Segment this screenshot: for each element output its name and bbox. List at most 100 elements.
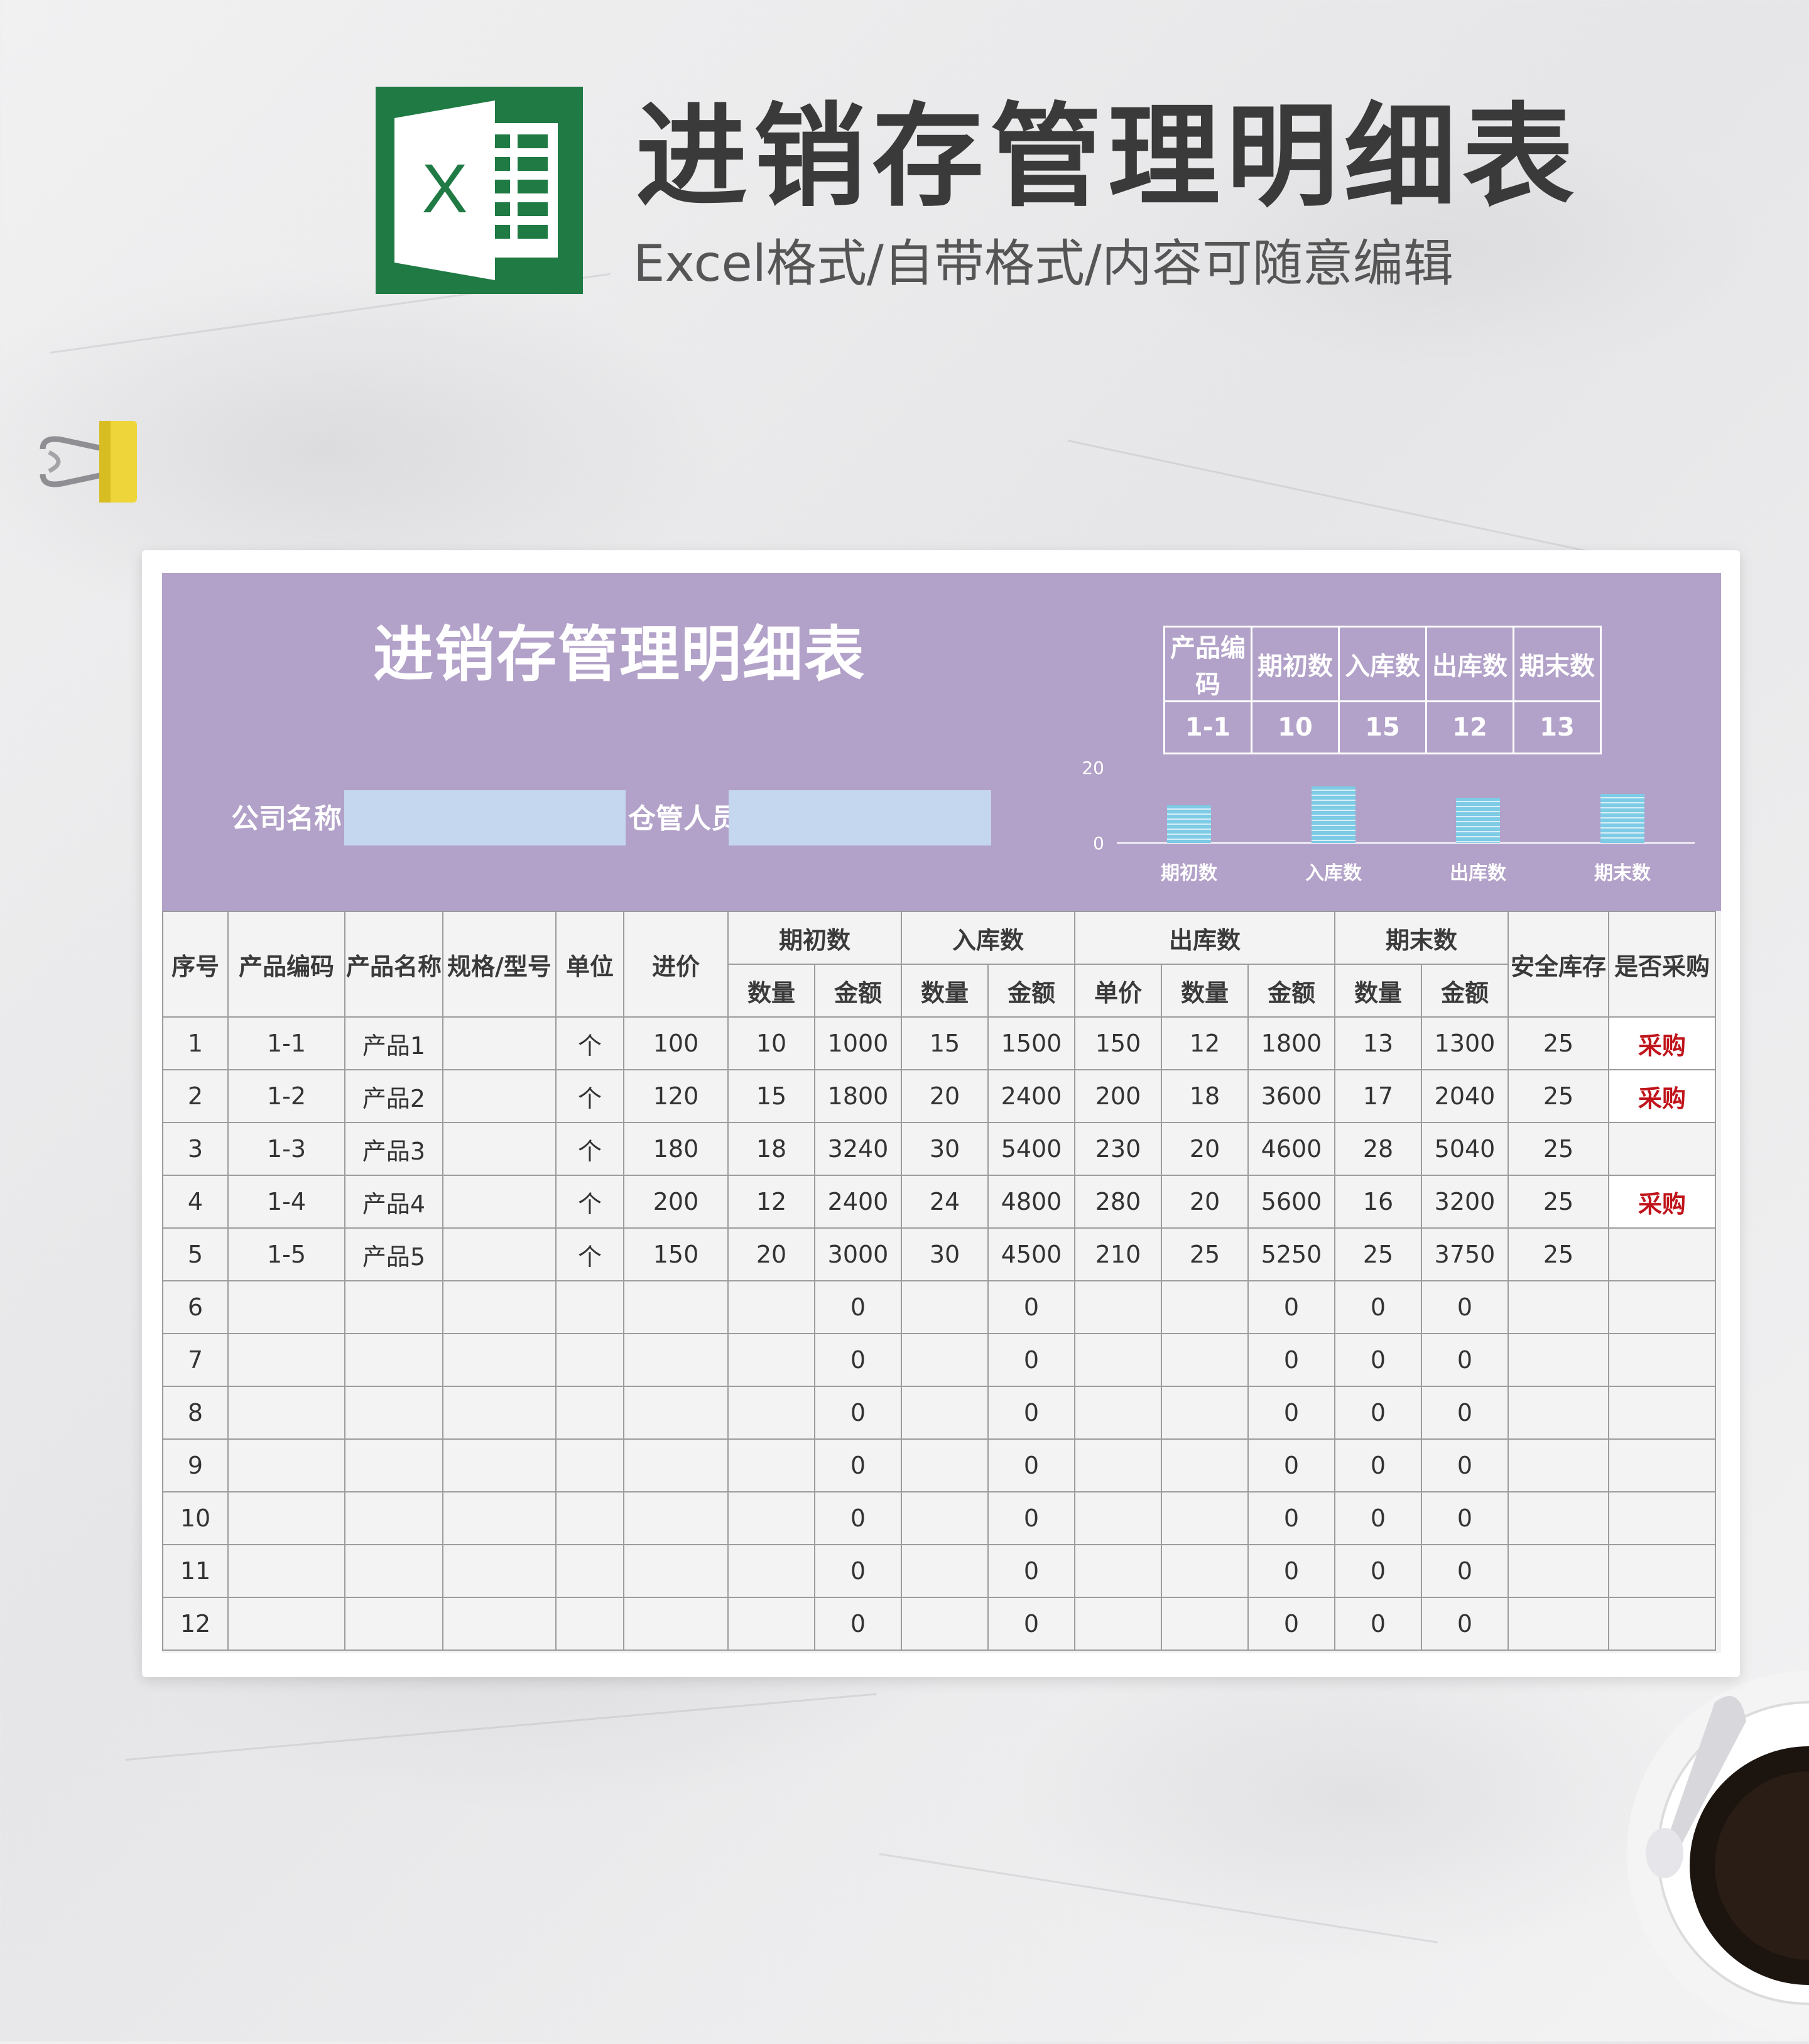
- table-cell[interactable]: 0: [1334, 1333, 1422, 1387]
- table-cell[interactable]: 20: [901, 1069, 989, 1123]
- table-cell[interactable]: [227, 1597, 345, 1651]
- purchase-cell[interactable]: [1608, 1544, 1716, 1598]
- table-cell[interactable]: 25: [1334, 1227, 1422, 1281]
- purchase-cell[interactable]: 采购: [1608, 1016, 1716, 1070]
- table-cell[interactable]: [1508, 1386, 1609, 1440]
- table-cell[interactable]: [227, 1438, 345, 1492]
- table-cell[interactable]: [1161, 1544, 1249, 1598]
- table-cell[interactable]: 4: [162, 1175, 229, 1229]
- table-cell[interactable]: [1161, 1386, 1249, 1440]
- table-cell[interactable]: [1508, 1491, 1609, 1545]
- purchase-cell[interactable]: 采购: [1608, 1175, 1716, 1229]
- table-cell[interactable]: [227, 1386, 345, 1440]
- table-cell[interactable]: 0: [1334, 1491, 1422, 1545]
- table-cell[interactable]: [442, 1175, 557, 1229]
- table-cell[interactable]: [1508, 1597, 1609, 1651]
- table-cell[interactable]: 7: [162, 1333, 229, 1387]
- table-cell[interactable]: 0: [1421, 1491, 1509, 1545]
- table-cell[interactable]: 0: [814, 1333, 902, 1387]
- purchase-cell[interactable]: [1608, 1333, 1716, 1387]
- purchase-cell[interactable]: [1608, 1122, 1716, 1176]
- table-cell[interactable]: [623, 1386, 729, 1440]
- table-cell[interactable]: [1074, 1386, 1162, 1440]
- table-cell[interactable]: 120: [623, 1069, 729, 1123]
- table-cell[interactable]: [555, 1333, 624, 1387]
- table-cell[interactable]: 0: [1421, 1386, 1509, 1440]
- table-cell[interactable]: [442, 1122, 557, 1176]
- table-cell[interactable]: 0: [814, 1544, 902, 1598]
- table-cell[interactable]: [1161, 1280, 1249, 1334]
- table-cell[interactable]: 150: [623, 1227, 729, 1281]
- table-cell[interactable]: 17: [1334, 1069, 1422, 1123]
- table-cell[interactable]: 0: [814, 1280, 902, 1334]
- table-cell[interactable]: [227, 1280, 345, 1334]
- table-cell[interactable]: 13: [1334, 1016, 1422, 1070]
- table-cell[interactable]: [1161, 1597, 1249, 1651]
- table-cell[interactable]: 3000: [814, 1227, 902, 1281]
- table-cell[interactable]: 24: [901, 1175, 989, 1229]
- table-cell[interactable]: [901, 1544, 989, 1598]
- table-cell[interactable]: 9: [162, 1438, 229, 1492]
- table-cell[interactable]: 2400: [987, 1069, 1075, 1123]
- table-cell[interactable]: 12: [162, 1597, 229, 1651]
- table-cell[interactable]: [344, 1597, 443, 1651]
- table-cell[interactable]: 个: [555, 1175, 624, 1229]
- table-cell[interactable]: 个: [555, 1227, 624, 1281]
- table-cell[interactable]: [555, 1280, 624, 1334]
- table-cell[interactable]: 3: [162, 1122, 229, 1176]
- table-cell[interactable]: 1-3: [227, 1122, 345, 1176]
- table-cell[interactable]: 0: [1247, 1333, 1335, 1387]
- table-cell[interactable]: 0: [1421, 1438, 1509, 1492]
- table-cell[interactable]: [344, 1386, 443, 1440]
- table-cell[interactable]: [1074, 1597, 1162, 1651]
- table-cell[interactable]: [344, 1491, 443, 1545]
- table-cell[interactable]: [442, 1491, 557, 1545]
- table-cell[interactable]: [1074, 1333, 1162, 1387]
- table-cell[interactable]: 5400: [987, 1122, 1075, 1176]
- table-cell[interactable]: 5600: [1247, 1175, 1335, 1229]
- table-cell[interactable]: 产品3: [344, 1122, 443, 1176]
- table-cell[interactable]: [901, 1386, 989, 1440]
- purchase-cell[interactable]: [1608, 1386, 1716, 1440]
- table-cell[interactable]: 0: [1334, 1438, 1422, 1492]
- table-cell[interactable]: 2400: [814, 1175, 902, 1229]
- table-cell[interactable]: 25: [1508, 1069, 1609, 1123]
- table-cell[interactable]: 20: [727, 1227, 815, 1281]
- table-cell[interactable]: 15: [727, 1069, 815, 1123]
- table-cell[interactable]: 0: [1334, 1544, 1422, 1598]
- table-cell[interactable]: 0: [987, 1280, 1075, 1334]
- table-cell[interactable]: [442, 1069, 557, 1123]
- table-cell[interactable]: 0: [1247, 1280, 1335, 1334]
- table-cell[interactable]: 3200: [1421, 1175, 1509, 1229]
- table-cell[interactable]: [727, 1544, 815, 1598]
- table-cell[interactable]: [1074, 1491, 1162, 1545]
- table-cell[interactable]: 0: [1247, 1438, 1335, 1492]
- table-cell[interactable]: 0: [987, 1544, 1075, 1598]
- table-cell[interactable]: 20: [1161, 1122, 1249, 1176]
- table-cell[interactable]: [1508, 1438, 1609, 1492]
- table-cell[interactable]: [901, 1491, 989, 1545]
- table-cell[interactable]: 1800: [814, 1069, 902, 1123]
- table-cell[interactable]: [442, 1227, 557, 1281]
- table-cell[interactable]: 10: [162, 1491, 229, 1545]
- table-cell[interactable]: [442, 1438, 557, 1492]
- table-cell[interactable]: 0: [1334, 1597, 1422, 1651]
- table-cell[interactable]: 0: [814, 1491, 902, 1545]
- table-cell[interactable]: [623, 1544, 729, 1598]
- table-cell[interactable]: [555, 1491, 624, 1545]
- table-cell[interactable]: 0: [987, 1597, 1075, 1651]
- purchase-cell[interactable]: [1608, 1438, 1716, 1492]
- table-cell[interactable]: 0: [814, 1438, 902, 1492]
- table-cell[interactable]: 个: [555, 1016, 624, 1070]
- table-cell[interactable]: 0: [1334, 1280, 1422, 1334]
- table-cell[interactable]: 0: [1421, 1544, 1509, 1598]
- table-cell[interactable]: [901, 1438, 989, 1492]
- table-cell[interactable]: 25: [1161, 1227, 1249, 1281]
- table-cell[interactable]: [1161, 1438, 1249, 1492]
- table-cell[interactable]: 0: [987, 1333, 1075, 1387]
- table-cell[interactable]: [623, 1597, 729, 1651]
- table-cell[interactable]: 1300: [1421, 1016, 1509, 1070]
- table-cell[interactable]: 4600: [1247, 1122, 1335, 1176]
- table-cell[interactable]: 2040: [1421, 1069, 1509, 1123]
- table-cell[interactable]: [555, 1386, 624, 1440]
